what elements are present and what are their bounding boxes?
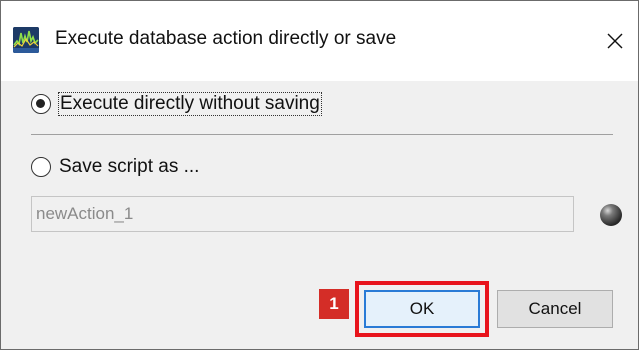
close-button[interactable] <box>592 15 638 67</box>
close-icon <box>607 33 623 49</box>
save-script-label: Save script as ... <box>59 156 200 177</box>
step-badge: 1 <box>319 289 349 319</box>
script-name-field[interactable]: newAction_1 <box>31 196 574 232</box>
status-indicator-icon <box>600 204 622 226</box>
ok-button[interactable]: OK <box>364 290 480 328</box>
save-script-radio[interactable] <box>31 157 51 177</box>
execute-directly-label: Execute directly without saving <box>58 92 322 116</box>
app-logo-icon <box>13 27 39 53</box>
dialog-window: Execute database action directly or save… <box>0 0 639 350</box>
title-bar: Execute database action directly or save <box>1 1 638 81</box>
window-title: Execute database action directly or save <box>55 28 397 49</box>
execute-directly-option[interactable]: Execute directly without saving <box>31 92 322 116</box>
save-script-option[interactable]: Save script as ... <box>31 156 199 178</box>
execute-directly-radio[interactable] <box>31 94 51 114</box>
cancel-button[interactable]: Cancel <box>497 290 613 328</box>
separator <box>31 134 613 135</box>
